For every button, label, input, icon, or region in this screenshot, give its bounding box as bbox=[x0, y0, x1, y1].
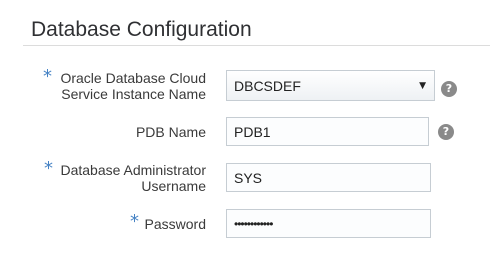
help-icon[interactable]: ? bbox=[441, 81, 457, 97]
password-input[interactable]: •••••••••••• bbox=[226, 209, 431, 238]
section-title: Database Configuration bbox=[31, 18, 252, 41]
admin-username-label-line2: Username bbox=[141, 178, 206, 194]
required-asterisk: * bbox=[44, 158, 53, 179]
instance-name-value: DBCSDEF bbox=[234, 77, 301, 94]
admin-username-label-line1: Database Administrator bbox=[60, 162, 206, 178]
pdb-name-input[interactable]: PDB1 bbox=[226, 117, 429, 146]
database-configuration-panel: Database Configuration * Oracle Database… bbox=[0, 0, 493, 255]
admin-username-input[interactable]: SYS bbox=[226, 163, 431, 192]
instance-name-label: Oracle Database Cloud Service Instance N… bbox=[60, 70, 206, 102]
required-asterisk: * bbox=[130, 211, 139, 232]
password-label: Password bbox=[144, 216, 206, 232]
instance-name-select[interactable]: DBCSDEF ▼ bbox=[226, 70, 435, 101]
admin-username-value: SYS bbox=[234, 169, 263, 186]
admin-username-label: Database Administrator Username bbox=[60, 162, 206, 194]
help-icon[interactable]: ? bbox=[438, 124, 454, 140]
instance-name-label-line1: Oracle Database Cloud bbox=[60, 70, 206, 86]
pdb-name-label: PDB Name bbox=[135, 124, 206, 140]
section-divider bbox=[23, 45, 490, 46]
instance-name-label-line2: Service Instance Name bbox=[61, 86, 206, 102]
pdb-name-value: PDB1 bbox=[234, 123, 271, 140]
chevron-down-icon: ▼ bbox=[419, 80, 426, 91]
password-masked-value: •••••••••••• bbox=[234, 216, 273, 231]
required-asterisk: * bbox=[43, 66, 52, 87]
